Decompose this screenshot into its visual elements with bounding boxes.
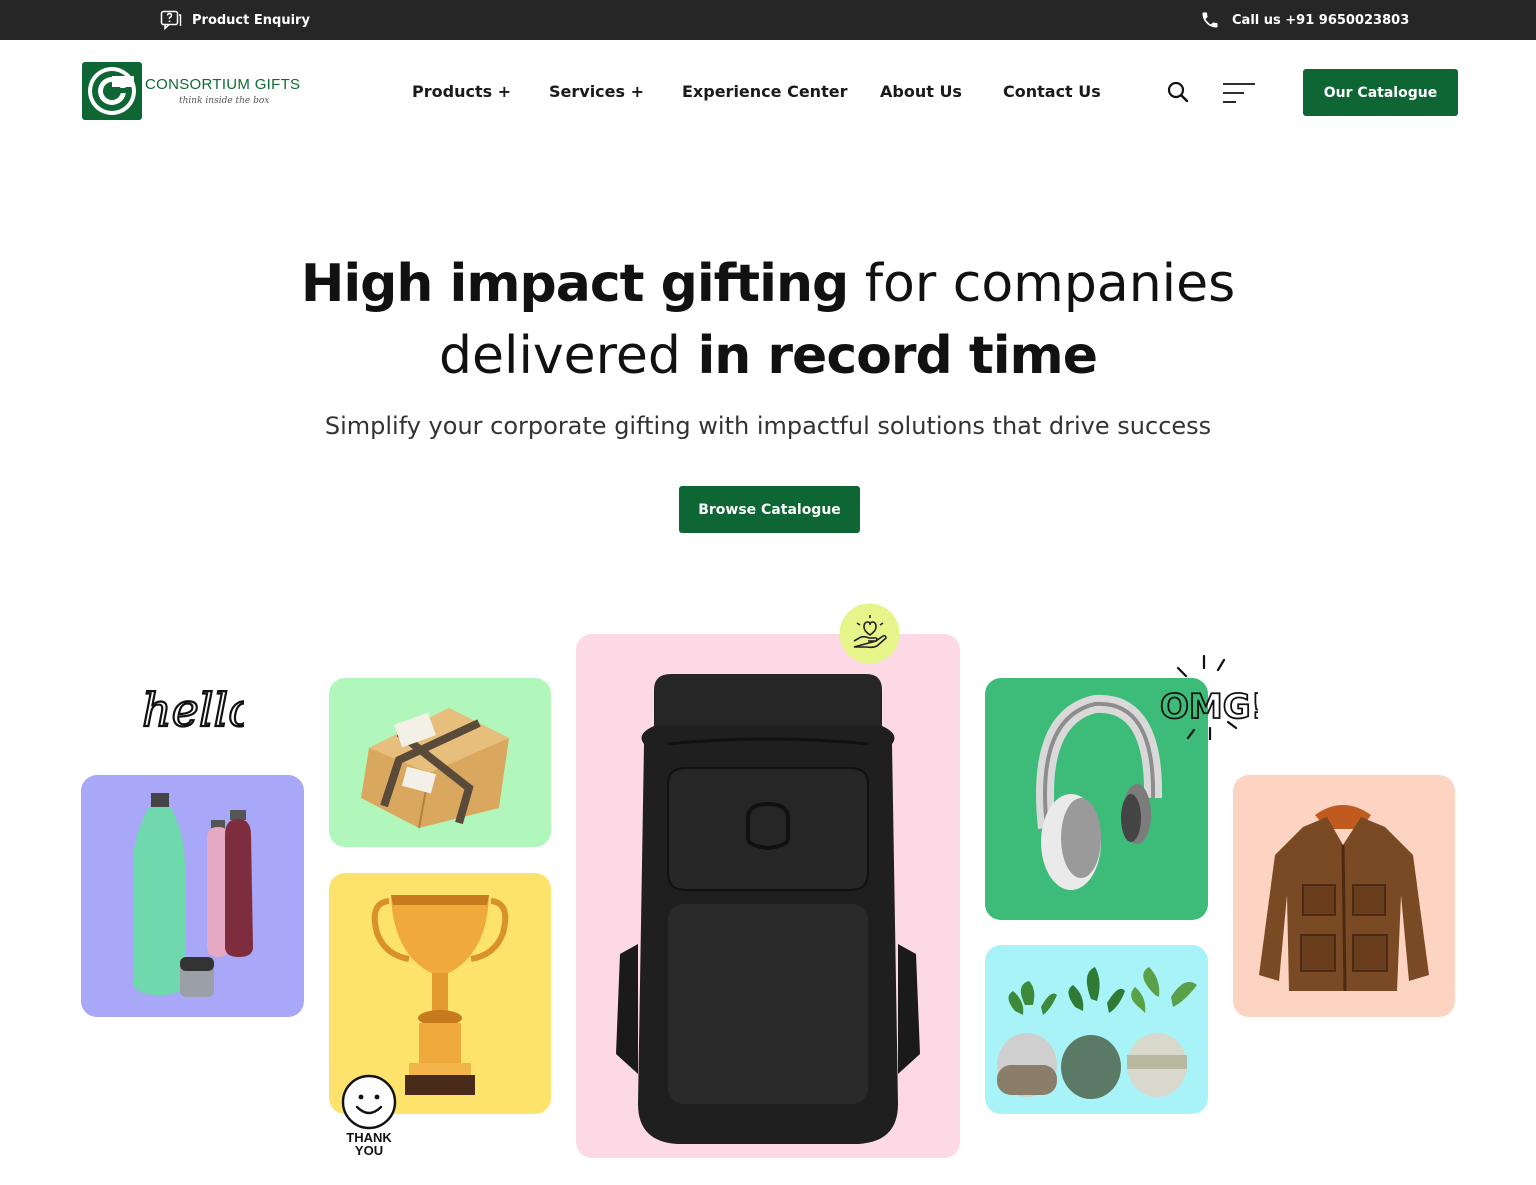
- hero-title-bold-1: High impact gifting: [300, 254, 849, 314]
- nav-about-us[interactable]: About Us: [880, 82, 962, 101]
- product-card-plants[interactable]: [985, 945, 1208, 1114]
- gift-box-image: [361, 708, 509, 829]
- brand-tagline: think inside the box: [179, 96, 270, 106]
- hero-title-light-1: for companies: [848, 254, 1236, 314]
- hamburger-menu-icon[interactable]: [1222, 82, 1256, 104]
- our-catalogue-button[interactable]: Our Catalogue: [1303, 69, 1458, 116]
- smiley-icon: [340, 1073, 398, 1131]
- hero-title-bold-2: in record time: [697, 326, 1098, 386]
- omg-sticker-text: OMG!!: [1160, 687, 1258, 727]
- product-enquiry-link[interactable]: Product Enquiry: [160, 10, 310, 30]
- logo-g-icon: [82, 62, 142, 120]
- brand-logo[interactable]: CONSORTIUM GIFTS think inside the box: [82, 62, 302, 124]
- jacket-image: [1259, 805, 1429, 992]
- product-card-backpack[interactable]: [576, 634, 960, 1158]
- product-card-gift-box[interactable]: [329, 678, 551, 847]
- top-bar: Product Enquiry Call us +91 9650023803: [0, 0, 1536, 40]
- chat-question-icon: [160, 10, 182, 30]
- brand-name: CONSORTIUM GIFTS: [145, 76, 301, 93]
- water-bottles-image: [133, 793, 253, 997]
- nav-products[interactable]: Products +: [412, 82, 511, 101]
- search-icon[interactable]: [1166, 80, 1190, 104]
- hero-subtitle: Simplify your corporate gifting with imp…: [324, 412, 1212, 440]
- thank-you-line-2: YOU: [354, 1143, 384, 1158]
- product-card-jacket[interactable]: [1233, 775, 1455, 1017]
- call-us-label: Call us +91 9650023803: [1232, 12, 1410, 28]
- thank-you-sticker: THANK YOU: [336, 1131, 402, 1157]
- browse-catalogue-button[interactable]: Browse Catalogue: [679, 486, 860, 533]
- phone-icon: [1200, 10, 1220, 30]
- plant-pots-image: [997, 967, 1197, 1099]
- nav-services[interactable]: Services +: [549, 82, 644, 101]
- call-us-link[interactable]: Call us +91 9650023803: [1200, 10, 1409, 30]
- product-card-bottles[interactable]: [81, 775, 304, 1017]
- hello-sticker-text: hello: [142, 683, 244, 737]
- hero-title-light-2: delivered: [439, 326, 698, 386]
- product-enquiry-label: Product Enquiry: [192, 12, 310, 28]
- nav-experience-center[interactable]: Experience Center: [682, 82, 847, 101]
- nav-contact-us[interactable]: Contact Us: [1003, 82, 1101, 101]
- hero-title: High impact gifting for companies delive…: [0, 248, 1536, 392]
- main-header: CONSORTIUM GIFTS think inside the box Pr…: [0, 40, 1536, 144]
- heart-hand-icon: [839, 603, 900, 664]
- hello-sticker: hello: [140, 676, 257, 738]
- omg-sticker: OMG!!: [1158, 654, 1283, 742]
- backpack-image: [616, 674, 920, 1144]
